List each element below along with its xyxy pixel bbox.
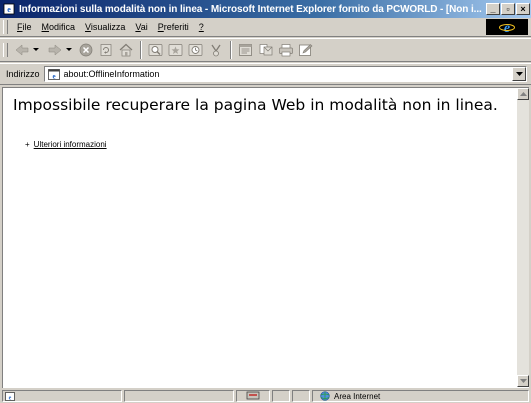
status-blank-pane xyxy=(272,390,290,402)
close-button[interactable]: × xyxy=(516,3,530,15)
zone-label: Area Internet xyxy=(334,391,381,401)
standard-toolbar xyxy=(0,38,531,62)
toolbar-separator xyxy=(230,41,232,59)
address-field[interactable]: e xyxy=(43,66,527,82)
status-offline-pane xyxy=(236,390,270,402)
refresh-icon[interactable] xyxy=(97,41,115,59)
forward-icon[interactable] xyxy=(46,41,64,59)
search-icon[interactable] xyxy=(147,41,165,59)
status-security-pane xyxy=(292,390,310,402)
scroll-down-button[interactable] xyxy=(517,375,529,387)
window-controls: _ ▫ × xyxy=(486,3,530,15)
menu-favorites[interactable]: Preferiti xyxy=(153,22,194,32)
address-dropdown-button[interactable] xyxy=(512,67,526,81)
edit-icon[interactable] xyxy=(297,41,315,59)
more-info-row: + Ulteriori informazioni xyxy=(25,140,107,149)
page-content: Impossibile recuperare la pagina Web in … xyxy=(2,87,529,388)
mail-icon[interactable] xyxy=(257,41,275,59)
status-page-icon: e xyxy=(5,391,15,401)
menu-edit[interactable]: Modifica xyxy=(37,22,81,32)
history-icon[interactable] xyxy=(187,41,205,59)
favorites-icon[interactable] xyxy=(167,41,185,59)
svg-text:e: e xyxy=(52,72,55,80)
scroll-up-button[interactable] xyxy=(517,88,529,100)
menu-view[interactable]: Visualizza xyxy=(80,22,130,32)
forward-dropdown-icon[interactable] xyxy=(66,41,72,59)
toolbar-separator xyxy=(140,41,142,59)
title-bar[interactable]: e Informazioni sulla modalità non in lin… xyxy=(0,0,531,18)
status-progress-pane xyxy=(124,390,234,402)
address-bar: Indirizzo e xyxy=(0,63,531,85)
address-label: Indirizzo xyxy=(6,69,40,79)
menu-help[interactable]: ? xyxy=(194,22,209,32)
menu-bar: File Modifica Visualizza Vai Preferiti ?… xyxy=(0,18,531,37)
plus-icon: + xyxy=(25,140,30,149)
minimize-button[interactable]: _ xyxy=(486,3,500,15)
svg-text:e: e xyxy=(9,395,12,401)
menu-grip[interactable] xyxy=(3,20,8,34)
more-info-link[interactable]: Ulteriori informazioni xyxy=(34,140,107,149)
ie-page-icon: e xyxy=(2,2,16,16)
menu-file[interactable]: File xyxy=(12,22,37,32)
channels-icon[interactable] xyxy=(207,41,225,59)
stop-icon[interactable] xyxy=(77,41,95,59)
page-heading: Impossibile recuperare la pagina Web in … xyxy=(13,96,498,114)
svg-text:e: e xyxy=(504,21,510,34)
status-zone-pane: Area Internet xyxy=(312,390,529,402)
browser-window: e Informazioni sulla modalità non in lin… xyxy=(0,0,531,403)
menu-go[interactable]: Vai xyxy=(130,22,152,32)
address-input[interactable] xyxy=(63,69,512,79)
page-icon: e xyxy=(47,68,61,80)
home-icon[interactable] xyxy=(117,41,135,59)
window-title: Informazioni sulla modalità non in linea… xyxy=(19,3,482,15)
status-main-pane: e xyxy=(2,390,122,402)
internet-zone-icon xyxy=(319,391,331,401)
maximize-button[interactable]: ▫ xyxy=(501,3,515,15)
fullscreen-icon[interactable] xyxy=(237,41,255,59)
vertical-scrollbar[interactable] xyxy=(517,88,529,387)
status-bar: e Area Internet xyxy=(0,389,531,403)
back-icon[interactable] xyxy=(13,41,31,59)
back-dropdown-icon[interactable] xyxy=(33,41,39,59)
toolbar-grip[interactable] xyxy=(3,43,8,57)
svg-text:e: e xyxy=(7,5,11,14)
ie-logo-icon: e xyxy=(486,19,528,35)
offline-icon xyxy=(246,391,260,401)
print-icon[interactable] xyxy=(277,41,295,59)
